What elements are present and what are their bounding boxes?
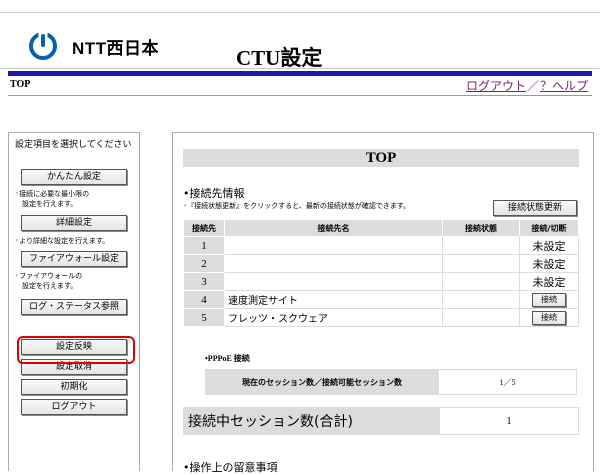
row-status-text: 未設定 — [519, 272, 579, 291]
sidebar: 設定項目を選択してください かんたん設定 ◦接続に必要な最小限の 設定を行えます… — [8, 132, 140, 471]
col-header-state: 接続状態 — [442, 219, 520, 237]
table-row: 3 未設定 — [183, 272, 579, 291]
connection-info-heading: •接続先情報 — [183, 187, 245, 200]
table-row: 2 未設定 — [183, 254, 579, 273]
row-state — [442, 236, 520, 255]
col-header-name: 接続先名 — [224, 219, 443, 237]
header: NTT西日本 CTU設定 — [8, 12, 592, 70]
row-status-text: 未設定 — [519, 236, 579, 255]
log-status-button[interactable]: ログ・ステータス参照 — [21, 299, 127, 315]
main-panel: TOP •接続先情報 ◦『接続状態更新』をクリックすると、最新の接続状態が確認で… — [172, 132, 594, 474]
pppoe-value: 1／5 — [438, 369, 577, 395]
row-name: 速度測定サイト — [224, 290, 443, 309]
row-state — [442, 308, 520, 327]
row-status-text: 未設定 — [519, 254, 579, 273]
table-row: 1 未設定 — [183, 236, 579, 255]
logout-button[interactable]: ログアウト — [21, 399, 127, 415]
row-name — [224, 254, 443, 273]
notes-heading: •操作上の留意事項 — [183, 461, 278, 474]
col-header-destination: 接続先 — [183, 219, 225, 237]
session-row: 接続中セッション数(合計) 1 — [183, 407, 579, 435]
connect-button[interactable]: 接続 — [532, 311, 566, 325]
breadcrumb-bar: TOP ログアウト／？ヘルプ — [8, 77, 592, 96]
connect-button[interactable]: 接続 — [532, 293, 566, 307]
row-state — [442, 254, 520, 273]
pppoe-row: 現在のセッション数／接続可能セッション数 1／5 — [205, 369, 577, 395]
accent-bar — [8, 71, 592, 76]
firewall-note-line1: ◦ファイアウォールの — [15, 272, 83, 280]
row-state — [442, 272, 520, 291]
refresh-status-button[interactable]: 接続状態更新 — [493, 200, 577, 216]
row-number: 4 — [183, 290, 225, 309]
help-link[interactable]: ？ヘルプ — [540, 79, 588, 93]
row-name — [224, 272, 443, 291]
detailed-setup-note: ◦より詳細な設定を行えます。 — [15, 237, 110, 245]
connection-table: 接続先 接続先名 接続状態 接続/切断 1 未設定 2 未設定 3 未設定 4 … — [183, 219, 579, 327]
col-header-action: 接続/切断 — [519, 219, 579, 237]
breadcrumb: TOP — [10, 79, 31, 90]
firewall-note-line2: 設定を行えます。 — [15, 282, 78, 290]
easy-setup-note-line2: 設定を行えます。 — [15, 200, 78, 208]
initialize-button[interactable]: 初期化 — [21, 379, 127, 395]
link-separator: ／ — [526, 79, 539, 93]
row-name: フレッツ・スクウェア — [224, 308, 443, 327]
sidebar-title: 設定項目を選択してください — [15, 140, 132, 150]
row-name — [224, 236, 443, 255]
session-label: 接続中セッション数(合計) — [183, 407, 440, 435]
row-state — [442, 290, 520, 309]
easy-setup-button[interactable]: かんたん設定 — [21, 169, 127, 185]
row-action-cell: 接続 — [519, 290, 579, 309]
firewall-setup-button[interactable]: ファイアウォール設定 — [21, 251, 127, 267]
app-title: CTU設定 — [236, 46, 323, 70]
easy-setup-note-line1: ◦接続に必要な最小限の — [15, 190, 90, 198]
page-title: TOP — [183, 149, 579, 167]
apply-highlight-box — [17, 336, 135, 364]
row-number: 2 — [183, 254, 225, 273]
detailed-setup-button[interactable]: 詳細設定 — [21, 215, 127, 231]
session-value: 1 — [439, 407, 579, 435]
top-links: ログアウト／？ヘルプ — [466, 77, 588, 94]
row-action-cell: 接続 — [519, 308, 579, 327]
row-number: 5 — [183, 308, 225, 327]
session-table: 接続中セッション数(合計) 1 — [183, 407, 579, 435]
logo-text: NTT西日本 — [72, 39, 160, 58]
row-number: 1 — [183, 236, 225, 255]
pppoe-table: 現在のセッション数／接続可能セッション数 1／5 — [205, 369, 577, 395]
logout-link[interactable]: ログアウト — [466, 79, 526, 93]
connection-info-note: ◦『接続状態更新』をクリックすると、最新の接続状態が確認できます。 — [183, 202, 411, 210]
ntt-logo-icon — [29, 31, 57, 60]
pppoe-heading: •PPPoE 接続 — [205, 354, 250, 363]
table-row: 5 フレッツ・スクウェア 接続 — [183, 308, 579, 327]
table-header-row: 接続先 接続先名 接続状態 接続/切断 — [183, 219, 579, 237]
table-row: 4 速度測定サイト 接続 — [183, 290, 579, 309]
row-number: 3 — [183, 272, 225, 291]
pppoe-label: 現在のセッション数／接続可能セッション数 — [205, 369, 439, 395]
